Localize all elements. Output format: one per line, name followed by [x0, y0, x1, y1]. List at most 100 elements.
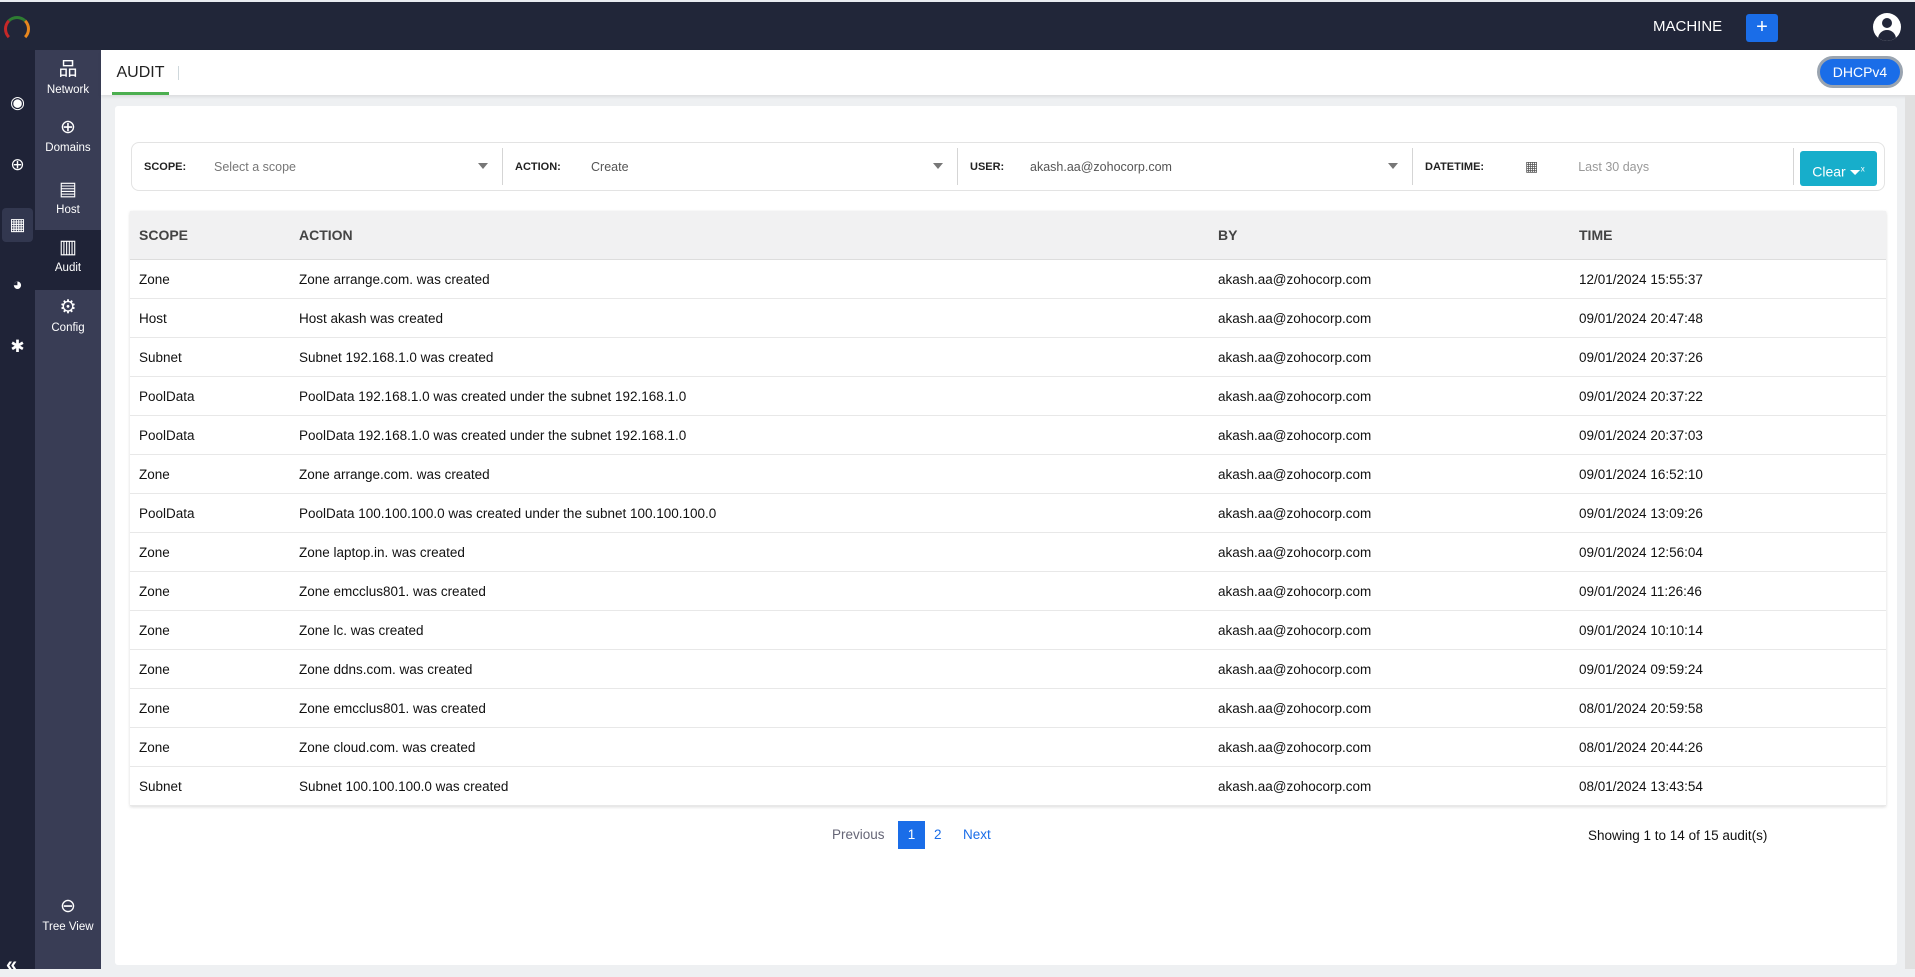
cell-time: 08/01/2024 20:44:26: [1579, 739, 1703, 755]
filter-divider: [1793, 148, 1794, 185]
add-button[interactable]: +: [1746, 14, 1778, 42]
cell-by: akash.aa@zohocorp.com: [1218, 310, 1372, 326]
collapse-sidebar-button[interactable]: «: [6, 954, 17, 977]
cell-scope: Zone: [139, 544, 170, 560]
clear-filters-button[interactable]: Clear ⏷x: [1800, 151, 1877, 186]
sidebar-item-domains[interactable]: ⊕ Domains: [35, 116, 101, 162]
audit-icon: ▥: [59, 237, 77, 258]
user-avatar-icon[interactable]: [1873, 13, 1901, 41]
table-row[interactable]: PoolData PoolData 100.100.100.0 was creat…: [130, 494, 1886, 533]
next-page-button[interactable]: Next: [963, 821, 991, 849]
service-selector-dhcpv4[interactable]: DHCPv4: [1817, 56, 1903, 88]
cell-time: 09/01/2024 16:52:10: [1579, 466, 1703, 482]
sidebar-item-host[interactable]: ▤ Host: [35, 178, 101, 224]
cell-time: 09/01/2024 09:59:24: [1579, 661, 1703, 677]
cell-scope: Zone: [139, 739, 170, 755]
cell-time: 09/01/2024 12:56:04: [1579, 544, 1703, 560]
cell-by: akash.aa@zohocorp.com: [1218, 388, 1372, 404]
cell-by: akash.aa@zohocorp.com: [1218, 427, 1372, 443]
sidebar-item-audit[interactable]: ▥ Audit: [35, 230, 101, 290]
user-filter[interactable]: USER: akash.aa@zohocorp.com: [957, 148, 1412, 185]
cell-action: Host akash was created: [299, 310, 444, 326]
filter-bar: SCOPE: Select a scope ACTION: Create USE…: [131, 142, 1885, 191]
table-row[interactable]: Subnet Subnet 100.100.100.0 was created ak…: [130, 767, 1886, 806]
cell-by: akash.aa@zohocorp.com: [1218, 778, 1372, 794]
table-row[interactable]: Zone Zone emcclus801. was created akash.aa…: [130, 572, 1886, 611]
cell-scope: PoolData: [139, 505, 195, 521]
config-gears-icon: ⚙: [59, 297, 77, 318]
dashboard-icon[interactable]: ◉: [2, 86, 33, 120]
toggle-icon: ⊖: [60, 896, 76, 917]
results-summary: Showing 1 to 14 of 15 audit(s): [1588, 828, 1768, 843]
cell-action: Zone arrange.com. was created: [299, 466, 490, 482]
cell-time: 09/01/2024 10:10:14: [1579, 622, 1703, 638]
cell-scope: Zone: [139, 583, 170, 599]
chevron-down-icon: [933, 163, 943, 169]
cell-scope: PoolData: [139, 427, 195, 443]
table-row[interactable]: Subnet Subnet 192.168.1.0 was created akas…: [130, 338, 1886, 377]
sidebar-item-config[interactable]: ⚙ Config: [35, 296, 101, 342]
reports-icon[interactable]: ◕: [2, 268, 33, 302]
cell-action: PoolData 192.168.1.0 was created under t…: [299, 388, 687, 404]
network-icon: 品: [58, 59, 78, 80]
cell-scope: Host: [139, 310, 167, 326]
chevron-down-icon: [478, 163, 488, 169]
scope-select[interactable]: Select a scope: [214, 160, 296, 174]
previous-page-button[interactable]: Previous: [832, 821, 885, 849]
page-2-button[interactable]: 2: [934, 821, 942, 849]
sidebar-item-network[interactable]: 品 Network: [35, 58, 101, 104]
table-row[interactable]: Zone Zone emcclus801. was created akash.aa…: [130, 689, 1886, 728]
table-row[interactable]: Zone Zone laptop.in. was created akash.aa@…: [130, 533, 1886, 572]
filter-clear-icon: ⏷x: [1849, 163, 1865, 180]
ipam-icon[interactable]: ▦: [2, 208, 33, 242]
datetime-filter[interactable]: DATETIME: ▦ Last 30 days: [1412, 148, 1712, 185]
table-row[interactable]: Zone Zone lc. was created akash.aa@zohocor…: [130, 611, 1886, 650]
table-row[interactable]: PoolData PoolData 192.168.1.0 was created…: [130, 416, 1886, 455]
scope-filter[interactable]: SCOPE: Select a scope: [132, 148, 502, 185]
cell-by: akash.aa@zohocorp.com: [1218, 700, 1372, 716]
cell-action: Subnet 192.168.1.0 was created: [299, 349, 494, 365]
cell-scope: Subnet: [139, 349, 182, 365]
top-bar: MACHINE +: [0, 0, 1915, 50]
cell-scope: PoolData: [139, 388, 195, 404]
action-filter-label: ACTION:: [515, 160, 561, 173]
action-select[interactable]: Create: [591, 160, 629, 174]
tree-view-toggle[interactable]: ⊖ Tree View: [35, 895, 101, 941]
table-row[interactable]: Host Host akash was created akash.aa@zohoc…: [130, 299, 1886, 338]
cell-by: akash.aa@zohocorp.com: [1218, 466, 1372, 482]
datetime-filter-label: DATETIME:: [1425, 160, 1485, 173]
cell-action: Subnet 100.100.100.0 was created: [299, 778, 509, 794]
cell-scope: Zone: [139, 622, 170, 638]
page-scrollbar[interactable]: [1905, 95, 1915, 969]
cell-by: akash.aa@zohocorp.com: [1218, 349, 1372, 365]
pagination: Previous 1 2 Next Showing 1 to 14 of 15 …: [115, 818, 1897, 849]
cell-action: Zone ddns.com. was created: [299, 661, 473, 677]
audit-card: SCOPE: Select a scope ACTION: Create USE…: [115, 106, 1897, 965]
table-row[interactable]: Zone Zone arrange.com. was created akash.a…: [130, 260, 1886, 299]
table-row[interactable]: Zone Zone ddns.com. was created akash.aa@z…: [130, 650, 1886, 689]
calendar-icon[interactable]: ▦: [1525, 158, 1538, 175]
tab-audit[interactable]: AUDIT: [112, 50, 169, 95]
table-row[interactable]: PoolData PoolData 192.168.1.0 was created…: [130, 377, 1886, 416]
table-row[interactable]: Zone Zone arrange.com. was created akash.a…: [130, 455, 1886, 494]
tab-divider: [178, 66, 179, 80]
app-logo[interactable]: [4, 16, 30, 42]
audit-table: SCOPE ACTION BY TIME Zone Zone arrange.co…: [130, 211, 1886, 806]
scope-filter-label: SCOPE:: [144, 160, 187, 173]
table-header: SCOPE ACTION BY TIME: [130, 211, 1886, 260]
cell-scope: Zone: [139, 466, 170, 482]
domains-globe-icon: ⊕: [60, 117, 76, 138]
action-filter[interactable]: ACTION: Create: [502, 148, 957, 185]
dns-globe-icon[interactable]: ⊕: [2, 148, 33, 182]
page-1-button[interactable]: 1: [898, 821, 925, 849]
cell-time: 09/01/2024 11:26:46: [1579, 583, 1702, 599]
cell-by: akash.aa@zohocorp.com: [1218, 583, 1372, 599]
datetime-input[interactable]: Last 30 days: [1578, 160, 1649, 174]
table-row[interactable]: Zone Zone cloud.com. was created akash.aa@…: [130, 728, 1886, 767]
settings-icon[interactable]: ✱: [2, 330, 33, 364]
cell-time: 12/01/2024 15:55:37: [1579, 271, 1703, 287]
secondary-sidebar: 品 Network ⊕ Domains ▤ Host ▥ Audit ⚙ Config ⊖…: [35, 50, 101, 969]
user-select[interactable]: akash.aa@zohocorp.com: [1030, 160, 1172, 174]
host-icon: ▤: [59, 179, 77, 200]
machine-label[interactable]: MACHINE: [1653, 18, 1722, 35]
